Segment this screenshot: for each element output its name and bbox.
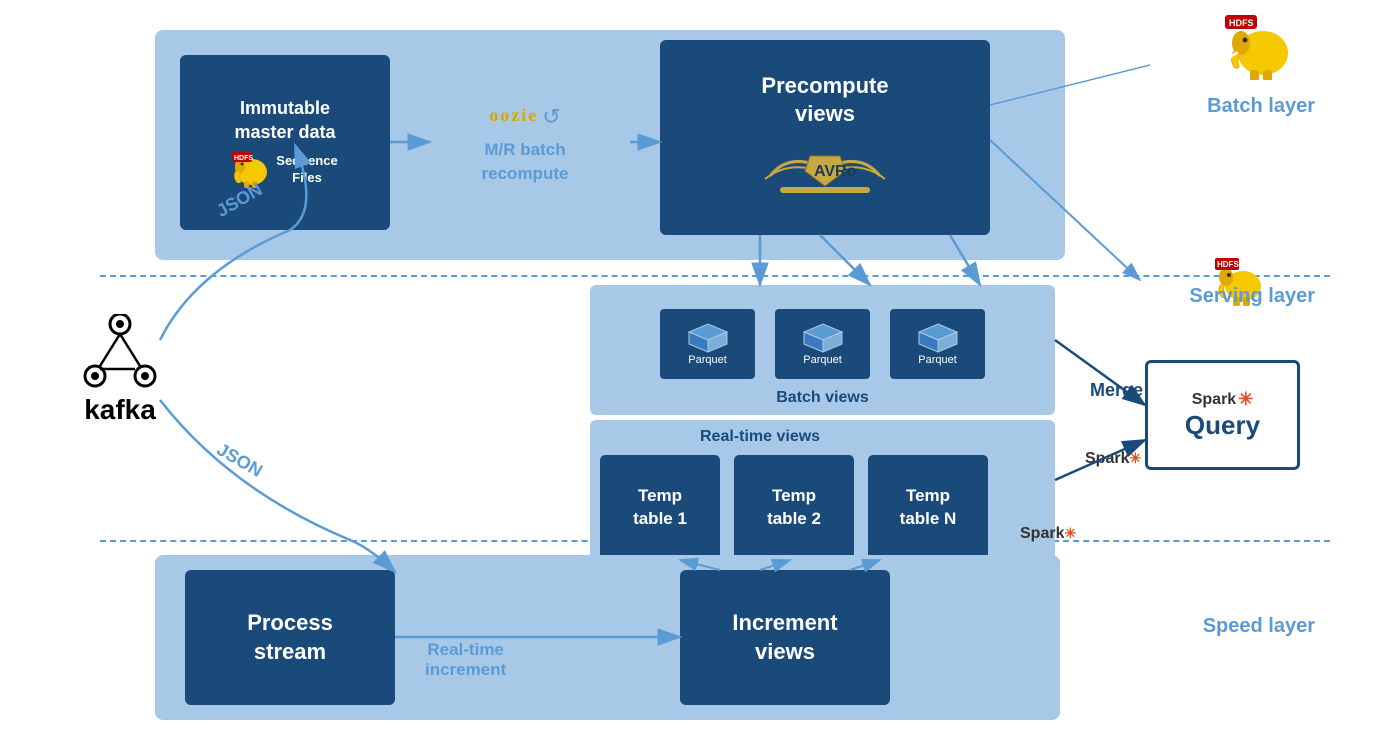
svg-text:AVRo: AVRo	[814, 163, 857, 180]
speed-layer-label: Speed layer	[1203, 615, 1315, 638]
master-data-box: Immutablemaster data HDFS SequenceFiles	[180, 55, 390, 230]
kafka-label: kafka	[84, 394, 156, 426]
spark-merge-badge: Spark✳	[1085, 450, 1141, 468]
increment-views-box: Incrementviews	[680, 570, 890, 705]
svg-text:HDFS: HDFS	[234, 155, 253, 162]
precompute-views-box: Precomputeviews AVRo	[660, 40, 990, 235]
parquet-label-1: Parquet	[688, 354, 727, 366]
json-label-bottom: JSON	[213, 439, 266, 482]
diagram-container: Batch layer HDFS Immutablemaster data	[0, 0, 1375, 745]
parquet-label-2: Parquet	[803, 354, 842, 366]
mr-batch-label: M/R batchrecompute	[482, 138, 569, 186]
parquet-row: Parquet Parquet Parquet	[660, 309, 985, 379]
parquet-label-3: Parquet	[918, 354, 957, 366]
temp-table-1: Temptable 1	[600, 455, 720, 560]
spark-query-box: Spark ✳ Query	[1145, 360, 1300, 470]
spark-speed-badge: Spark✳	[1020, 525, 1076, 543]
parquet-icon-3	[917, 322, 959, 354]
serving-layer-label: Serving layer	[1189, 285, 1315, 308]
svg-text:HDFS: HDFS	[1229, 18, 1254, 28]
merge-label: Merge	[1090, 380, 1143, 401]
batch-serving-divider	[100, 275, 1330, 277]
parquet-box-1: Parquet	[660, 309, 755, 379]
temp-table-2: Temptable 2	[734, 455, 854, 560]
temp-tables-row: Temptable 1 Temptable 2 Temptable N	[600, 455, 988, 560]
query-label: Query	[1185, 410, 1260, 441]
process-stream-label: Processstream	[247, 609, 333, 666]
parquet-box-3: Parquet	[890, 309, 985, 379]
process-stream-box: Processstream	[185, 570, 395, 705]
kafka-area: kafka	[30, 280, 210, 460]
oozie-label: oozie	[489, 105, 538, 126]
parquet-icon-2	[802, 322, 844, 354]
mr-batch-area: oozie ↺ M/R batchrecompute	[420, 60, 630, 230]
hadoop-elephant-icon: HDFS	[1225, 15, 1295, 92]
precompute-title: Precomputeviews	[761, 72, 888, 129]
master-data-title: Immutablemaster data	[234, 97, 335, 144]
realtime-views-label: Real-time views	[700, 428, 820, 446]
avro-logo: AVRo	[760, 141, 890, 204]
parquet-box-2: Parquet	[775, 309, 870, 379]
increment-views-label: Incrementviews	[732, 609, 837, 666]
batch-views-label: Batch views	[776, 389, 868, 407]
spark-label-in-query: Spark ✳	[1192, 389, 1254, 410]
realtime-increment-label: Real-timeincrement	[425, 640, 506, 680]
svg-text:HDFS: HDFS	[1217, 260, 1239, 269]
sequence-files-label: SequenceFiles	[276, 153, 337, 187]
parquet-icon-1	[687, 322, 729, 354]
batch-layer-label: Batch layer	[1207, 95, 1315, 118]
batch-views-bg: Parquet Parquet Parquet Batch views	[590, 285, 1055, 415]
oozie-refresh-icon: ↺	[542, 104, 560, 130]
temp-table-n: Temptable N	[868, 455, 988, 560]
kafka-icon	[80, 314, 160, 394]
